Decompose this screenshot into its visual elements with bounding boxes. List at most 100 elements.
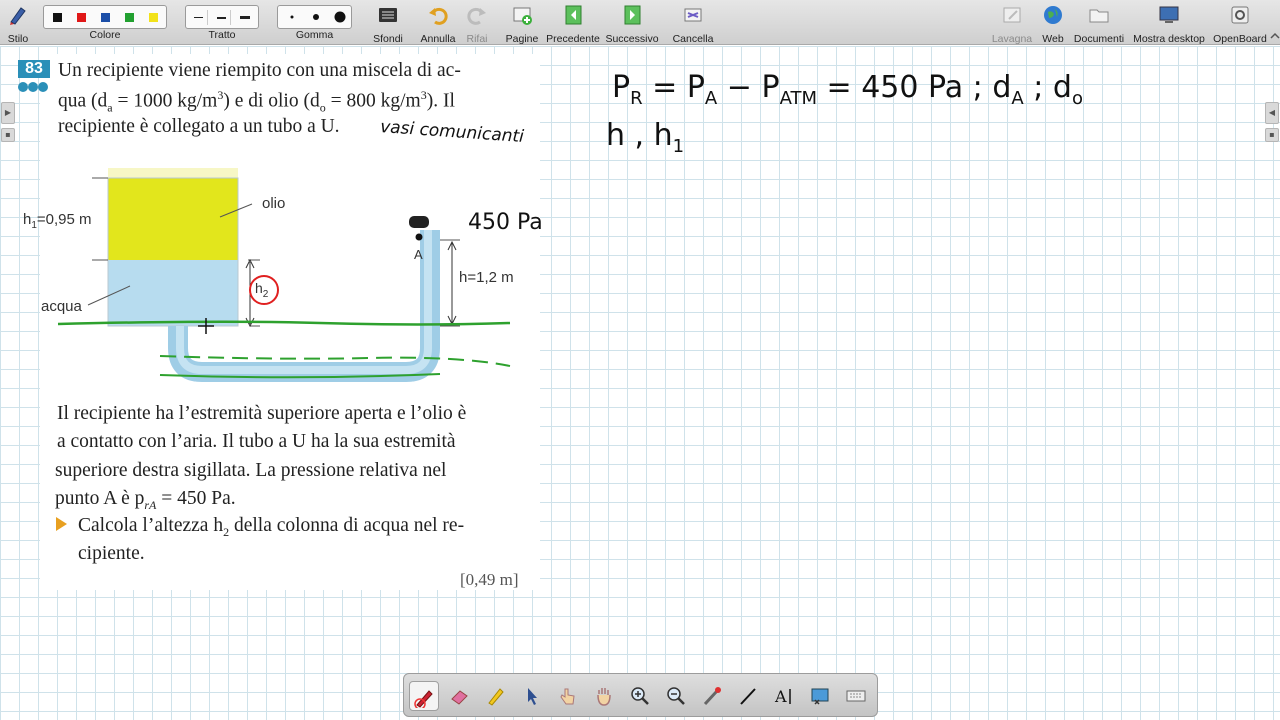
right-panel-toggle[interactable]: ◀ — [1265, 102, 1279, 124]
h-height-label: h=1,2 m — [459, 269, 514, 286]
grid-background-icon — [379, 8, 397, 22]
next-page-icon — [624, 5, 641, 25]
color-palette — [43, 5, 167, 29]
exercise-intro-line-2: qua (da = 1000 kg/m3) e di olio (do = 80… — [58, 88, 455, 115]
eraser-large-option[interactable] — [328, 6, 352, 28]
zoom-out-tool[interactable] — [661, 681, 691, 711]
virtual-keyboard-tool[interactable] — [841, 681, 871, 711]
tools-dock: A — [403, 673, 878, 717]
right-panel-secondary-toggle[interactable]: ▪ — [1265, 128, 1279, 142]
previous-page-icon — [565, 5, 582, 25]
color-green-swatch[interactable] — [125, 13, 134, 22]
color-red-swatch[interactable] — [77, 13, 86, 22]
board-mode-button[interactable]: Lavagna — [990, 2, 1034, 45]
point-a-label: A — [414, 247, 423, 262]
pressure-note: 450 Pa — [468, 210, 543, 235]
stroke-thin-option[interactable] — [190, 10, 208, 25]
add-page-icon — [513, 7, 532, 25]
zoom-in-icon — [631, 687, 649, 705]
highlighter-icon — [488, 688, 504, 706]
redo-button[interactable]: Rifai — [462, 2, 492, 45]
color-blue-swatch[interactable] — [101, 13, 110, 22]
laser-pointer-tool[interactable] — [697, 681, 727, 711]
stroke-group-label: Tratto — [208, 29, 236, 41]
text-icon: A — [774, 687, 791, 706]
undo-icon — [429, 7, 448, 25]
pointer-arrow-icon — [528, 688, 537, 705]
difficulty-dot — [38, 82, 48, 92]
folder-icon — [1089, 9, 1109, 23]
line-icon — [740, 688, 756, 705]
pages-button[interactable]: Pagine — [502, 2, 542, 45]
left-panel-secondary-toggle[interactable]: ▪ — [1, 128, 15, 142]
eraser-tool[interactable] — [445, 681, 475, 711]
container-vessel — [107, 168, 239, 327]
eraser-medium-option[interactable] — [304, 6, 328, 28]
desktop-icon — [1159, 6, 1179, 23]
selector-tool[interactable] — [517, 681, 547, 711]
color-black-swatch[interactable] — [53, 13, 62, 22]
formula-line-2: h , h1 — [606, 118, 685, 157]
h2-label: h2 — [255, 280, 269, 300]
globe-icon — [1044, 6, 1062, 24]
capture-tool[interactable] — [805, 681, 835, 711]
redo-icon — [467, 7, 486, 25]
web-button[interactable]: Web — [1038, 2, 1068, 45]
left-panel-toggle[interactable]: ▶ — [1, 102, 15, 124]
right-sidebar-handle: ◀ ▪ — [1264, 102, 1280, 720]
exercise-body-line-3: superiore destra sigillata. La pressione… — [55, 460, 447, 481]
color-group-label: Colore — [89, 29, 121, 41]
exercise-body-line-2: a contatto con l’aria. Il tubo a U ha la… — [57, 431, 456, 452]
sealed-tube-cap — [409, 216, 429, 228]
task-line-1: Calcola l’altezza h2 della colonna di ac… — [78, 515, 465, 539]
stylus-icon — [10, 7, 26, 25]
next-button[interactable]: Successivo — [605, 2, 659, 45]
interact-tool[interactable] — [553, 681, 583, 711]
text-tool[interactable]: A — [769, 681, 799, 711]
line-tool[interactable] — [733, 681, 763, 711]
color-yellow-swatch[interactable] — [149, 13, 158, 22]
backgrounds-button[interactable]: Sfondi — [368, 2, 408, 45]
clear-button[interactable]: Cancella — [671, 2, 715, 45]
gear-icon — [1231, 6, 1249, 24]
task-bullet-icon — [56, 517, 67, 531]
pointing-hand-icon — [560, 688, 575, 705]
hand-tool[interactable] — [589, 681, 619, 711]
chevron-up-icon[interactable] — [1270, 32, 1280, 40]
exercise-intro-line-1: Un recipiente viene riempito con una mis… — [58, 60, 461, 81]
difficulty-dot — [18, 82, 28, 92]
eraser-small-option[interactable] — [280, 6, 304, 28]
eraser-group-label: Gomma — [295, 29, 334, 41]
undo-button[interactable]: Annulla — [418, 2, 458, 45]
difficulty-dot — [28, 82, 38, 92]
stroke-medium-option[interactable] — [213, 10, 231, 25]
openboard-menu-button[interactable]: OpenBoard — [1211, 2, 1269, 45]
stroke-thick-option[interactable] — [236, 10, 254, 25]
screen-capture-icon — [811, 688, 829, 705]
zoom-in-tool[interactable] — [625, 681, 655, 711]
oil-layer — [108, 178, 238, 260]
h1-label: h1=0,95 m — [23, 211, 92, 231]
task-line-2: cipiente. — [78, 543, 145, 564]
water-layer — [108, 260, 238, 326]
water-label: acqua — [41, 298, 82, 315]
stylus-button[interactable]: Stilo — [4, 2, 32, 45]
point-a-marker — [415, 233, 423, 241]
formula-line-1: PR = PA − PATM = 450 Pa ; dA ; do — [612, 70, 1083, 109]
keyboard-icon — [846, 690, 866, 702]
laser-pointer-icon — [703, 687, 721, 706]
exercise-body-line-4: punto A è prA = 450 Pa. — [55, 488, 236, 512]
svg-text:A: A — [774, 687, 787, 706]
oil-label: olio — [262, 195, 286, 212]
eraser-size-selector — [277, 5, 352, 29]
previous-button[interactable]: Precedente — [546, 2, 600, 45]
stroke-selector — [185, 5, 259, 29]
documents-button[interactable]: Documenti — [1072, 2, 1126, 45]
board-icon — [1003, 7, 1021, 23]
hand-icon — [597, 688, 611, 706]
zoom-out-icon — [667, 687, 685, 705]
pen-tool[interactable] — [409, 681, 439, 711]
show-desktop-button[interactable]: Mostra desktop — [1132, 2, 1206, 45]
pen-icon — [414, 690, 433, 708]
highlighter-tool[interactable] — [481, 681, 511, 711]
